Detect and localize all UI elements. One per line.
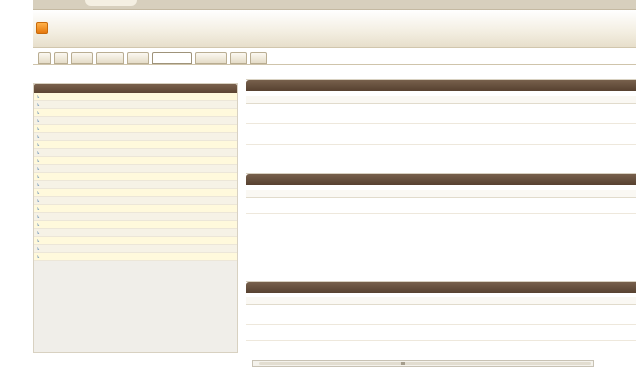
- list-item[interactable]: ↳: [34, 133, 237, 141]
- left-panel: ↳ ↳ ↳ ↳ ↳ ↳ ↳ ↳ ↳ ↳ ↳ ↳ ↳ ↳ ↳ ↳ ↳ ↳ ↳ ↳ ↳: [33, 83, 238, 353]
- subitem-arrow-icon: ↳: [36, 166, 40, 171]
- list-item[interactable]: ↳: [34, 117, 237, 125]
- list-item[interactable]: ↳: [34, 221, 237, 229]
- tab[interactable]: [38, 52, 51, 64]
- list-item[interactable]: ↳: [34, 157, 237, 165]
- main-tabs: [38, 52, 267, 64]
- budget-row[interactable]: [246, 214, 636, 222]
- subitem-arrow-icon: ↳: [36, 190, 40, 195]
- list-item[interactable]: ↳: [34, 237, 237, 245]
- project-panel: [246, 281, 636, 341]
- subitem-arrow-icon: ↳: [36, 134, 40, 139]
- left-panel-list: ↳ ↳ ↳ ↳ ↳ ↳ ↳ ↳ ↳ ↳ ↳ ↳ ↳ ↳ ↳ ↳ ↳ ↳ ↳ ↳ ↳: [34, 93, 237, 261]
- tab[interactable]: [54, 52, 68, 64]
- budget-panel: [246, 173, 636, 234]
- subitem-arrow-icon: ↳: [36, 94, 40, 99]
- subitem-arrow-icon: ↳: [36, 222, 40, 227]
- scrollbar-grip-icon[interactable]: [401, 362, 405, 365]
- tab[interactable]: [230, 52, 247, 64]
- list-item[interactable]: ↳: [34, 125, 237, 133]
- tab[interactable]: [195, 52, 227, 64]
- costs-panel-title: [246, 80, 636, 91]
- budget-sum: [246, 198, 636, 205]
- subitem-arrow-icon: ↳: [36, 174, 40, 179]
- list-item[interactable]: ↳: [34, 181, 237, 189]
- subitem-arrow-icon: ↳: [36, 206, 40, 211]
- subitem-arrow-icon: ↳: [36, 158, 40, 163]
- list-item[interactable]: ↳: [34, 205, 237, 213]
- tab-underline: [33, 64, 636, 65]
- subitem-arrow-icon: ↳: [36, 214, 40, 219]
- subitem-arrow-icon: ↳: [36, 198, 40, 203]
- scrollbar-thumb[interactable]: [259, 362, 591, 365]
- subitem-arrow-icon: ↳: [36, 110, 40, 115]
- list-item[interactable]: ↳: [34, 189, 237, 197]
- project-panel-title: [246, 282, 636, 293]
- top-bar-tab: [85, 0, 137, 6]
- tab[interactable]: [250, 52, 267, 64]
- budget-header-row: [246, 190, 636, 198]
- top-bar: [33, 0, 636, 10]
- list-item[interactable]: ↳: [34, 245, 237, 253]
- list-item[interactable]: ↳: [34, 165, 237, 173]
- list-item[interactable]: ↳: [34, 93, 237, 101]
- app-header: [33, 10, 636, 48]
- list-item[interactable]: ↳: [34, 109, 237, 117]
- costs-header-row: [246, 96, 636, 104]
- subitem-arrow-icon: ↳: [36, 246, 40, 251]
- tab[interactable]: [71, 52, 93, 64]
- group-row[interactable]: [246, 316, 636, 325]
- subitem-arrow-icon: ↳: [36, 150, 40, 155]
- list-item[interactable]: ↳: [34, 149, 237, 157]
- add-row-link[interactable]: [246, 225, 636, 234]
- subitem-arrow-icon: ↳: [36, 126, 40, 131]
- left-panel-title: [34, 84, 237, 93]
- tab[interactable]: [96, 52, 124, 64]
- project-sum: [246, 305, 636, 312]
- list-item[interactable]: ↳: [34, 173, 237, 181]
- app-logo-icon[interactable]: [36, 22, 48, 34]
- subitem-arrow-icon: ↳: [36, 182, 40, 187]
- subitem-arrow-icon: ↳: [36, 238, 40, 243]
- group-row[interactable]: [246, 205, 636, 214]
- list-item[interactable]: ↳: [34, 253, 237, 261]
- budget-panel-title: [246, 174, 636, 185]
- list-item[interactable]: ↳: [34, 197, 237, 205]
- subitem-arrow-icon: ↳: [36, 118, 40, 123]
- costs-panel: [246, 79, 636, 145]
- horizontal-scrollbar[interactable]: [252, 360, 594, 367]
- group-row[interactable]: [246, 115, 636, 124]
- list-item[interactable]: ↳: [34, 229, 237, 237]
- subitem-arrow-icon: ↳: [36, 230, 40, 235]
- tab-active[interactable]: [152, 52, 192, 64]
- tab[interactable]: [127, 52, 149, 64]
- list-item[interactable]: ↳: [34, 213, 237, 221]
- subitem-arrow-icon: ↳: [36, 102, 40, 107]
- list-item[interactable]: ↳: [34, 101, 237, 109]
- costs-sum: [246, 104, 636, 111]
- list-item[interactable]: ↳: [34, 141, 237, 149]
- group-row[interactable]: [246, 136, 636, 145]
- project-header-row: [246, 297, 636, 305]
- subitem-arrow-icon: ↳: [36, 254, 40, 259]
- subitem-arrow-icon: ↳: [36, 142, 40, 147]
- group-row[interactable]: [246, 332, 636, 341]
